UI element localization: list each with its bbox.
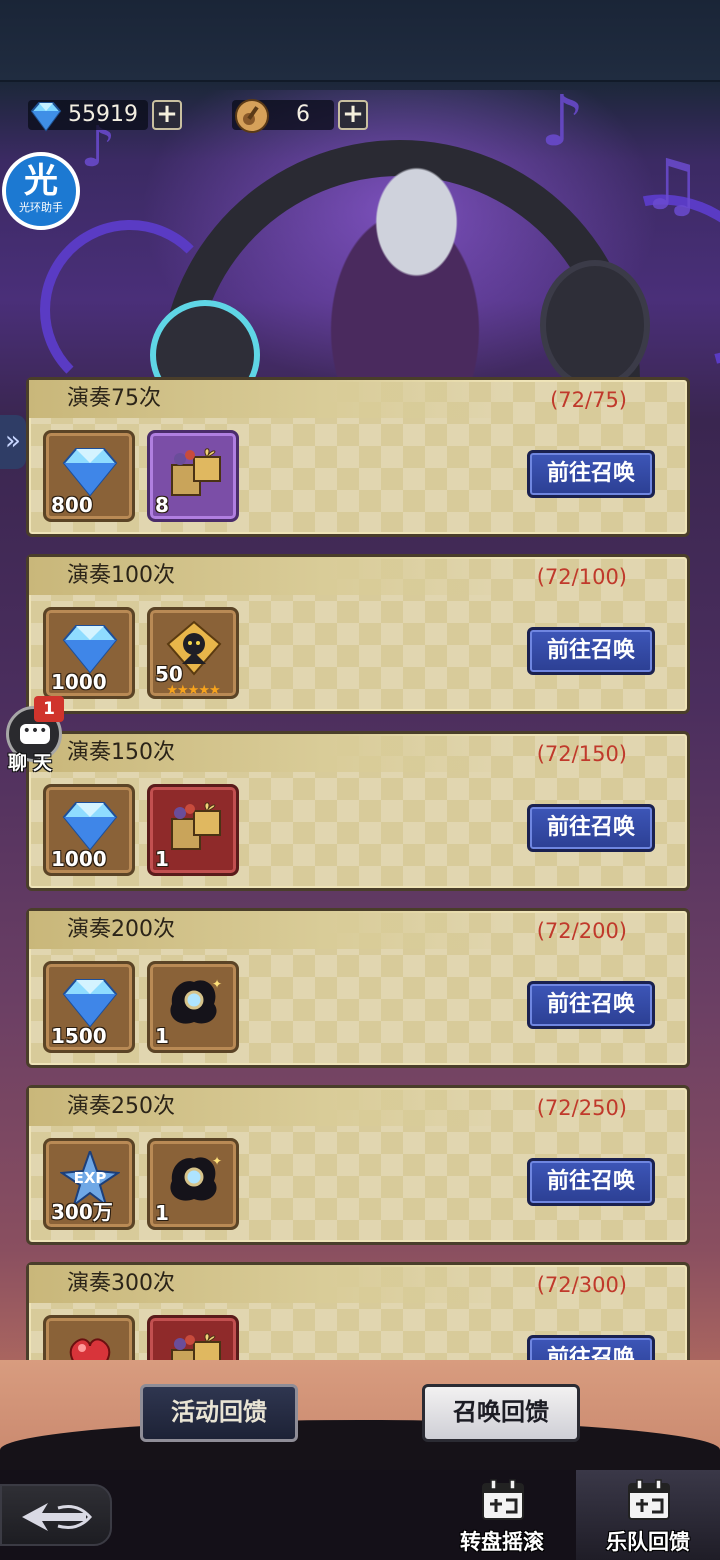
add-diamonds-button[interactable]: +	[152, 100, 182, 130]
tab-wheel-rock-label: 转盘摇滚	[460, 1530, 544, 1554]
reward-item[interactable]: ✦ 1	[147, 961, 239, 1053]
reward-item-count: 1500	[51, 1024, 107, 1048]
reward-item[interactable]	[147, 1315, 239, 1360]
tab-band-feedback-label: 乐队回馈	[606, 1530, 690, 1554]
reward-item-count: 50	[155, 662, 183, 686]
reward-title: 演奏75次	[67, 386, 161, 411]
go-summon-button[interactable]: 前往召唤	[527, 1158, 655, 1206]
reward-progress: (72/300)	[536, 1273, 627, 1297]
music-note-icon: ♫	[640, 144, 703, 226]
go-summon-button[interactable]: 前往召唤	[527, 450, 655, 498]
reward-item-count: 8	[155, 493, 169, 517]
go-summon-button[interactable]: 前往召唤	[527, 981, 655, 1029]
reward-progress: (72/200)	[536, 919, 627, 943]
reward-progress: (72/150)	[536, 742, 627, 766]
reward-item[interactable]: 1500	[43, 961, 135, 1053]
back-button[interactable]	[0, 1484, 112, 1546]
tab-wheel-rock[interactable]: 转盘摇滚	[430, 1470, 574, 1560]
reward-card: 演奏200次 (72/200) 1500 ✦ 1 前往召唤	[26, 908, 690, 1068]
diamond-icon	[30, 102, 62, 132]
halo-glyph: 光	[24, 161, 58, 201]
reward-item-count: 1	[155, 847, 169, 871]
svg-text:✦: ✦	[212, 977, 222, 991]
reward-item[interactable]: 8	[147, 430, 239, 522]
go-summon-button[interactable]: 前往召唤	[527, 627, 655, 675]
back-arrow-icon	[22, 1503, 93, 1531]
chat-icon: •••	[20, 724, 50, 744]
reward-item-count: 300万	[51, 1200, 113, 1224]
gift-box-icon	[164, 443, 224, 499]
top-band	[0, 0, 720, 82]
chat-unread-badge: 1	[34, 696, 64, 722]
reward-item-count: 1	[155, 1201, 169, 1225]
event-screen: ♪ ♫ ♪ 55919 + 6 + 光 光环助手 » 演奏75次 (72/75)…	[0, 0, 720, 1560]
halo-label: 光环助手	[19, 201, 63, 214]
gift-box-icon	[164, 1328, 224, 1360]
guitar-ticket-icon	[235, 99, 269, 133]
reward-item-count: 1000	[51, 847, 107, 871]
add-tickets-button[interactable]: +	[338, 100, 368, 130]
halo-assistant-button[interactable]: 光 光环助手	[2, 152, 80, 230]
calendar-icon	[482, 1479, 524, 1520]
reward-title: 演奏250次	[67, 1094, 175, 1119]
summon-feedback-button[interactable]: 召唤回馈	[422, 1384, 580, 1442]
reward-progress: (72/75)	[550, 388, 627, 412]
gift-box-icon	[164, 797, 224, 853]
music-note-icon: ♪	[540, 80, 585, 162]
svg-text:✦: ✦	[212, 1154, 222, 1168]
reward-progress: (72/250)	[536, 1096, 627, 1120]
ticket-currency: 6 +	[232, 98, 368, 133]
reward-item[interactable]	[43, 1315, 135, 1360]
reward-card: 演奏250次 (72/250) EXP 300万 ✦ 1 前往召唤	[26, 1085, 690, 1245]
calendar-icon	[628, 1479, 670, 1520]
reward-item[interactable]: 1000	[43, 607, 135, 699]
reward-title: 演奏100次	[67, 563, 175, 588]
dj-character-art	[290, 150, 520, 390]
shadow-creature-icon: ✦	[164, 1151, 224, 1207]
activity-feedback-button[interactable]: 活动回馈	[140, 1384, 298, 1442]
shadow-creature-icon: ✦	[164, 974, 224, 1030]
reward-item[interactable]: ★★★★★ 50	[147, 607, 239, 699]
reward-card: 演奏300次 (72/300) 前往召唤	[26, 1262, 690, 1360]
reward-title: 演奏300次	[67, 1271, 175, 1296]
reward-item[interactable]: ✦ 1	[147, 1138, 239, 1230]
reward-card: 演奏75次 (72/75) 800 8 前往召唤	[26, 377, 690, 537]
diamond-currency: 55919 +	[28, 98, 182, 132]
svg-text:EXP: EXP	[74, 1169, 107, 1187]
reward-item[interactable]: EXP 300万	[43, 1138, 135, 1230]
reward-item-count: 800	[51, 493, 93, 517]
reward-item-count: 1000	[51, 670, 107, 694]
reward-title: 演奏200次	[67, 917, 175, 942]
headset-ear-right	[540, 260, 650, 390]
reward-card: 演奏150次 (72/150) 1000 1 前往召唤	[26, 731, 690, 891]
diamond-icon	[60, 797, 120, 853]
chat-button[interactable]: ••• 1 聊天	[4, 696, 66, 780]
diamond-icon	[60, 620, 120, 676]
diamond-icon	[60, 443, 120, 499]
diamond-icon	[60, 974, 120, 1030]
chat-label: 聊天	[8, 752, 59, 774]
reward-list[interactable]: 演奏75次 (72/75) 800 8 前往召唤 演奏100次 (72/100) 1000 ★★…	[0, 375, 720, 1360]
go-summon-button[interactable]: 前往召唤	[527, 1335, 655, 1360]
red-gem-icon	[60, 1328, 120, 1360]
reward-item-count: 1	[155, 1024, 169, 1048]
reward-progress: (72/100)	[536, 565, 627, 589]
reward-item[interactable]: 1000	[43, 784, 135, 876]
reward-item[interactable]: 1	[147, 784, 239, 876]
reward-item[interactable]: 800	[43, 430, 135, 522]
reward-card: 演奏100次 (72/100) 1000 ★★★★★ 50 前往召唤	[26, 554, 690, 714]
reward-title: 演奏150次	[67, 740, 175, 765]
go-summon-button[interactable]: 前往召唤	[527, 804, 655, 852]
tab-band-feedback[interactable]: 乐队回馈	[576, 1470, 720, 1560]
bottom-nav: 转盘摇滚 乐队回馈	[0, 1470, 720, 1560]
